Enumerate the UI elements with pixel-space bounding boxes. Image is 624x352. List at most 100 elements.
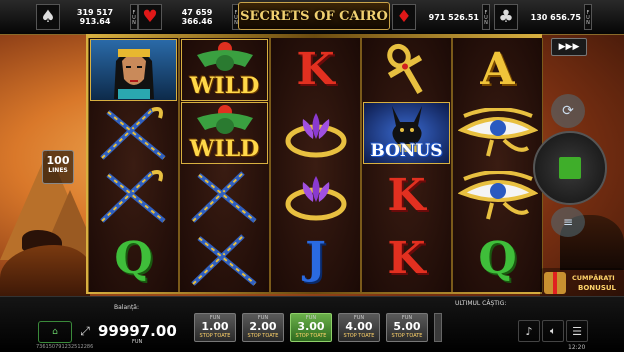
lines-count: 100: [46, 154, 70, 167]
symbol-ankh: [363, 39, 450, 101]
symbol-eye-of-horus: [454, 165, 541, 227]
reel-3: K J: [270, 38, 361, 292]
jackpot-club: ♣ 130 656.75 FUN: [494, 3, 592, 31]
bonus-label: BONUS: [370, 141, 443, 161]
symbol-letter-q: Q: [454, 228, 541, 290]
symbol-lotus-ring: [272, 165, 359, 227]
home-button[interactable]: ⌂: [38, 321, 72, 343]
bet-value: 4.00: [345, 320, 373, 333]
letter-a-symbol: A: [480, 44, 515, 95]
bet-button-4[interactable]: FUN 4.00 STOP TOATE: [338, 313, 380, 342]
letter-j-symbol: J: [305, 233, 326, 284]
buy-bonus-label-2: BONUSUL: [578, 284, 617, 292]
symbol-staffs: [90, 165, 177, 227]
jackpot-tag: FUN: [584, 4, 592, 30]
reel-2: WILD WILD: [179, 38, 270, 292]
letter-q-symbol: Q: [114, 233, 153, 284]
diamond-icon: ♦: [392, 4, 416, 30]
lines-label: LINES: [48, 167, 68, 174]
symbol-wild: WILD: [181, 102, 268, 164]
symbol-bonus: BONUS: [363, 102, 450, 164]
lotus-ring-icon: [285, 113, 346, 158]
symbol-letter-k: K: [272, 39, 359, 101]
bet-sub: STOP TOATE: [247, 333, 279, 339]
ankh-icon: [386, 43, 423, 95]
settings-button[interactable]: ≡: [551, 207, 585, 237]
bet-sub: STOP TOATE: [391, 333, 423, 339]
stop-button[interactable]: [533, 131, 607, 205]
session-id: 73615079123251228​6: [36, 344, 94, 350]
symbol-staffs: [90, 102, 177, 164]
wild-label: WILD: [189, 73, 260, 99]
symbol-letter-j: J: [272, 228, 359, 290]
symbol-cleopatra: [90, 39, 177, 101]
gift-icon: [544, 272, 566, 294]
symbol-staffs: [181, 228, 268, 290]
crook-flail-icon: [190, 171, 257, 223]
bet-value: 2.00: [249, 320, 277, 333]
letter-k-symbol: K: [387, 233, 426, 284]
letter-q-symbol: Q: [478, 233, 517, 284]
eye-of-horus-icon: [457, 171, 538, 220]
bet-button-1[interactable]: FUN 1.00 STOP TOATE: [194, 313, 236, 342]
symbol-lotus-ring: [272, 102, 359, 164]
scarab-icon: [196, 42, 253, 71]
symbol-letter-q: Q: [90, 228, 177, 290]
autoplay-icon: ⟳: [562, 103, 574, 119]
reel-5: A Q: [452, 38, 543, 292]
eye-of-horus-icon: [457, 108, 538, 157]
balance-currency: FUN: [132, 339, 143, 345]
symbol-letter-k: K: [363, 228, 450, 290]
crook-flail-icon: [99, 170, 166, 223]
balance-label: Balanță:: [114, 304, 139, 311]
letter-k-symbol: K: [296, 44, 335, 95]
speaker-icon: 🔈︎: [550, 325, 556, 337]
lines-badge: 100 LINES: [42, 150, 74, 184]
jackpot-spade: ♠ 319 517 913.64 FUN: [36, 3, 138, 31]
menu-button[interactable]: ☰: [566, 320, 588, 342]
bet-value: 5.00: [393, 320, 421, 333]
jackpot-diamond: ♦ 971 526.51 FUN: [392, 3, 490, 31]
bet-sub: STOP TOATE: [199, 333, 231, 339]
bet-sub: STOP TOATE: [295, 333, 327, 339]
bet-button-3[interactable]: FUN 3.00 STOP TOATE: [290, 313, 332, 342]
spade-icon: ♠: [36, 4, 60, 30]
symbol-eye-of-horus: [454, 102, 541, 164]
buy-bonus-label-1: CUMPĂRAȚI: [572, 274, 615, 282]
symbol-letter-a: A: [454, 39, 541, 101]
cleopatra-icon: [113, 49, 154, 99]
fullscreen-icon: ⤢: [80, 323, 90, 338]
bet-value: 3.00: [297, 320, 325, 333]
jackpot-value: 130 656.75: [530, 12, 581, 22]
reel-4: BONUS K K: [361, 38, 452, 292]
bet-arrow-button[interactable]: [434, 313, 442, 342]
symbol-wild: WILD: [181, 39, 268, 101]
bet-sub: STOP TOATE: [343, 333, 375, 339]
bet-button-5[interactable]: FUN 5.00 STOP TOATE: [386, 313, 428, 342]
crook-flail-icon: [190, 234, 257, 286]
jackpot-tag: FUN: [482, 4, 490, 30]
club-icon: ♣: [494, 4, 518, 30]
sound-button[interactable]: 🔈︎: [542, 320, 564, 342]
hamburger-icon: ☰: [572, 324, 582, 338]
letter-k-symbol: K: [387, 170, 426, 221]
jackpot-value: 971 526.51: [428, 12, 479, 22]
symbol-letter-k: K: [363, 165, 450, 227]
music-button[interactable]: ♪: [518, 320, 540, 342]
reel-1: Q: [88, 38, 179, 292]
heart-icon: ♥: [138, 4, 162, 30]
fullscreen-button[interactable]: ⤢: [76, 322, 94, 340]
balance-value: 99997.00: [98, 322, 177, 340]
home-icon: ⌂: [52, 327, 58, 337]
crook-flail-icon: [99, 107, 166, 160]
music-note-icon: ♪: [525, 324, 533, 338]
jackpot-value: 319 517 913.64: [76, 8, 114, 26]
jackpot-heart: ♥ 47 659 366.46 FUN: [138, 3, 240, 31]
autoplay-button[interactable]: ⟳: [551, 94, 585, 128]
jackpot-tag: FUN: [130, 4, 138, 30]
last-win-label: ULTIMUL CÂȘTIG:: [455, 300, 507, 307]
bet-value: 1.00: [201, 320, 229, 333]
bet-button-2[interactable]: FUN 2.00 STOP TOATE: [242, 313, 284, 342]
fast-play-button[interactable]: ▶▶▶: [551, 38, 587, 56]
symbol-staffs: [181, 165, 268, 227]
